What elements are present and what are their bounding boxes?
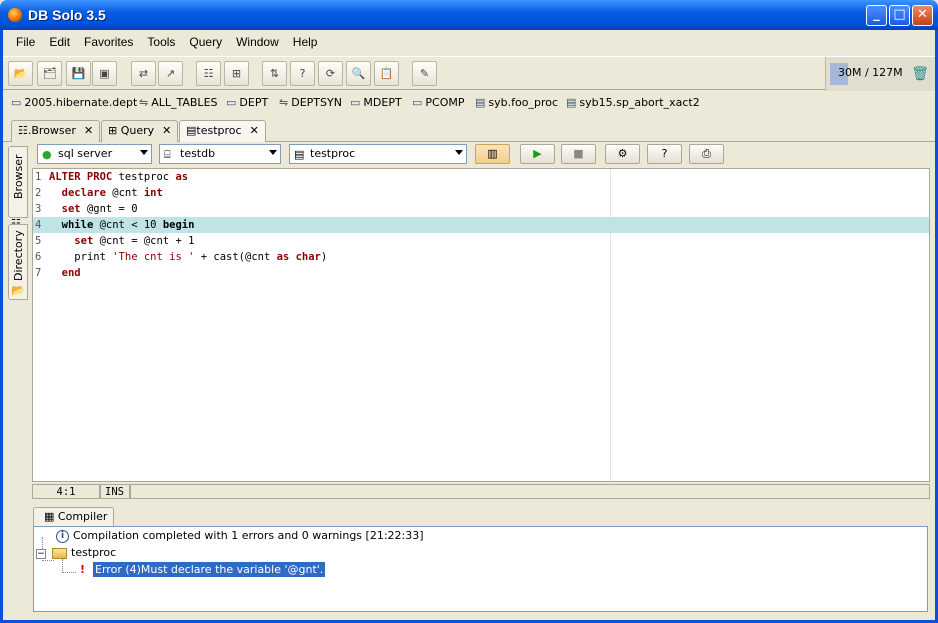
help-query-icon[interactable]: ? bbox=[290, 61, 315, 86]
bookmark-item[interactable]: ▭ MDEPT bbox=[350, 96, 402, 109]
menu-help[interactable]: Help bbox=[286, 30, 325, 54]
bookmark-item[interactable]: ⇋ ALL_TABLES bbox=[139, 96, 218, 109]
side-tab-browser[interactable]: Browser ☷ bbox=[8, 146, 28, 230]
compile-summary[interactable]: i Compilation completed with 1 errors and… bbox=[56, 529, 424, 543]
side-tabs: Browser ☷ Directory 📂 bbox=[6, 146, 30, 486]
bookmark-item[interactable]: ▭ DEPT bbox=[226, 96, 268, 109]
procedure-icon: ▤ bbox=[475, 96, 486, 109]
database-select[interactable]: ⌸ testdb bbox=[159, 144, 281, 164]
document-tabs: ☷.Browser ✕ ⊞ Query ✕ ▤testproc ✕ bbox=[3, 118, 935, 143]
side-tab-directory[interactable]: Directory 📂 bbox=[8, 224, 28, 300]
procedure-icon: ▤ bbox=[294, 148, 305, 161]
server-select[interactable]: ● sql server bbox=[37, 144, 152, 164]
collapse-icon[interactable]: − bbox=[36, 549, 46, 559]
menu-bar: File Edit Favorites Tools Query Window Help bbox=[3, 30, 935, 54]
bookmark-item[interactable]: ▭ PCOMP bbox=[412, 96, 465, 109]
save-icon[interactable]: 💾 bbox=[66, 61, 91, 86]
folder-open-icon bbox=[52, 547, 67, 559]
main-toolbar: 📂 🗂 💾 ▣ ⇄ ↗ ☷ ⊞ ⇅ ? ⟳ 🔍 📋 ✎ 30M / 127M 🗑 bbox=[3, 56, 935, 91]
bookmark-item[interactable]: ▭ 2005.hibernate.dept bbox=[11, 96, 137, 109]
object-select[interactable]: ▤ testproc bbox=[289, 144, 467, 164]
editor-toolbar: ● sql server ⌸ testdb ▤ testproc ▥ ▶ ■ ⚙… bbox=[32, 142, 932, 168]
table-icon: ▭ bbox=[11, 96, 22, 109]
insert-mode: INS bbox=[100, 484, 130, 499]
open-workspace-icon[interactable]: 🗂 bbox=[37, 61, 62, 86]
editor-status-bar: 4:1 INS bbox=[32, 483, 930, 500]
current-code-line: 4 while @cnt < 10 begin bbox=[33, 217, 929, 233]
title-bar: DB Solo 3.5 _ □ ✕ bbox=[0, 0, 938, 30]
grid-icon[interactable]: ⊞ bbox=[224, 61, 249, 86]
table-icon: ▭ bbox=[412, 96, 423, 109]
run-button[interactable]: ▶ bbox=[520, 144, 555, 164]
menu-tools[interactable]: Tools bbox=[140, 30, 182, 54]
table-icon: ▭ bbox=[350, 96, 361, 109]
memory-text: 30M / 127M bbox=[838, 66, 903, 79]
code-line: 6 print 'The cnt is ' + cast(@cnt as cha… bbox=[35, 251, 328, 263]
code-line: 7 end bbox=[35, 267, 81, 279]
synonym-icon: ⇋ bbox=[139, 96, 149, 109]
info-icon: i bbox=[56, 529, 69, 543]
clipboard-icon[interactable]: 📋 bbox=[374, 61, 399, 86]
code-line: 5 set @cnt = @cnt + 1 bbox=[35, 235, 195, 247]
close-tab-icon[interactable]: ✕ bbox=[84, 124, 93, 137]
compare-icon[interactable]: ⇅ bbox=[262, 61, 287, 86]
stop-button[interactable]: ■ bbox=[561, 144, 596, 164]
app-icon bbox=[8, 8, 22, 22]
synonym-icon: ⇋ bbox=[279, 96, 289, 109]
connected-icon: ● bbox=[42, 148, 52, 161]
bookmark-item[interactable]: ⇋ DEPTSYN bbox=[279, 96, 342, 109]
tab-browser[interactable]: ☷.Browser ✕ bbox=[11, 120, 101, 142]
bookmark-item[interactable]: ▤ syb.foo_proc bbox=[475, 96, 558, 109]
grid-icon: ⊞ bbox=[108, 124, 118, 137]
menu-favorites[interactable]: Favorites bbox=[77, 30, 140, 54]
edit-icon[interactable]: ✎ bbox=[412, 61, 437, 86]
memory-indicator[interactable]: 30M / 127M 🗑 bbox=[825, 57, 935, 91]
help-query-button[interactable]: ? bbox=[647, 144, 682, 164]
close-tab-icon[interactable]: ✕ bbox=[250, 124, 259, 137]
error-message: Error (4)Must declare the variable '@gnt… bbox=[93, 562, 326, 577]
connect-icon[interactable]: ⇄ bbox=[131, 61, 156, 86]
code-line: 1 ALTER PROC testproc as bbox=[35, 171, 189, 183]
tree-icon: ☷ bbox=[18, 124, 28, 137]
close-tab-icon[interactable]: ✕ bbox=[162, 124, 171, 137]
layout-toggle-button[interactable]: ▥ bbox=[475, 144, 510, 164]
error-row[interactable]: ! Error (4)Must declare the variable '@gn… bbox=[80, 562, 326, 577]
table-icon: ▭ bbox=[226, 96, 237, 109]
favorites-bar: ▭ 2005.hibernate.dept ⇋ ALL_TABLES ▭ DEPT ⇋… bbox=[3, 92, 935, 114]
tree-node-testproc[interactable]: − testproc bbox=[36, 546, 116, 559]
procedure-icon: ▤ bbox=[566, 96, 577, 109]
code-line: 3 set @gnt = 0 bbox=[35, 203, 138, 215]
window-title: DB Solo 3.5 bbox=[28, 7, 106, 23]
menu-edit[interactable]: Edit bbox=[42, 30, 77, 54]
minimize-button[interactable]: _ bbox=[866, 5, 887, 26]
tab-query[interactable]: ⊞ Query ✕ bbox=[101, 120, 179, 142]
tab-testproc[interactable]: ▤testproc ✕ bbox=[179, 120, 266, 143]
error-icon: ! bbox=[80, 563, 86, 576]
menu-file[interactable]: File bbox=[9, 30, 42, 54]
save-all-icon[interactable]: ▣ bbox=[92, 61, 117, 86]
sql-editor[interactable]: 1 ALTER PROC testproc as 2 declare @cnt i… bbox=[32, 168, 930, 482]
menu-window[interactable]: Window bbox=[229, 30, 286, 54]
search-icon[interactable]: 🔍 bbox=[346, 61, 371, 86]
compiler-output: i Compilation completed with 1 errors and… bbox=[33, 526, 928, 612]
explain-button[interactable]: ⚙ bbox=[605, 144, 640, 164]
database-icon: ⌸ bbox=[164, 148, 171, 161]
menu-query[interactable]: Query bbox=[182, 30, 229, 54]
tab-compiler[interactable]: ▦ Compiler bbox=[33, 507, 115, 527]
maximize-button[interactable]: □ bbox=[889, 5, 910, 26]
compiler-icon: ▦ bbox=[44, 510, 55, 523]
bookmark-item[interactable]: ▤ syb15.sp_abort_xact2 bbox=[566, 96, 700, 109]
refresh-icon[interactable]: ⟳ bbox=[318, 61, 343, 86]
schema-browser-icon[interactable]: ☷ bbox=[196, 61, 221, 86]
status-message bbox=[130, 484, 930, 499]
folder-icon: 📂 bbox=[11, 284, 25, 297]
open-folder-icon[interactable]: 📂 bbox=[8, 61, 33, 86]
disconnect-icon[interactable]: ↗ bbox=[158, 61, 183, 86]
close-button[interactable]: ✕ bbox=[912, 5, 933, 26]
code-line: 2 declare @cnt int bbox=[35, 187, 163, 199]
print-button[interactable]: ⎙ bbox=[689, 144, 724, 164]
trash-icon[interactable]: 🗑 bbox=[911, 66, 929, 82]
procedure-icon: ▤ bbox=[186, 124, 197, 137]
cursor-position: 4:1 bbox=[32, 484, 100, 499]
